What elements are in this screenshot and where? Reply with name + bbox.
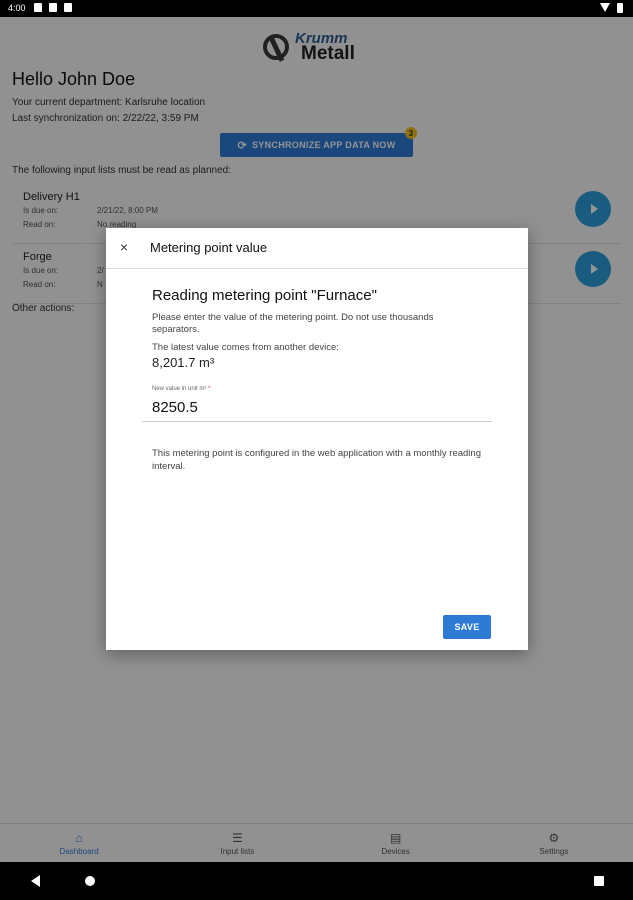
dialog-header: × Metering point value <box>106 228 528 269</box>
new-value-input[interactable] <box>142 394 492 422</box>
latest-value: 8,201.7 m³ <box>152 355 215 370</box>
latest-value-label: The latest value comes from another devi… <box>152 342 339 353</box>
status-system-icons <box>600 3 623 13</box>
status-bar: 4:00 <box>0 0 633 17</box>
reading-heading: Reading metering point "Furnace" <box>152 287 377 304</box>
metering-point-dialog: × Metering point value Reading metering … <box>106 228 528 650</box>
sim-icon <box>49 3 57 12</box>
save-button[interactable]: SAVE <box>443 615 491 639</box>
recents-icon[interactable] <box>594 876 604 886</box>
status-time: 4:00 <box>8 3 26 13</box>
new-value-field-label-text: New value in unit m³ <box>152 386 207 392</box>
dialog-title: Metering point value <box>150 240 268 255</box>
battery-icon <box>617 3 623 13</box>
required-mark: * <box>208 386 211 392</box>
home-button-icon[interactable] <box>85 876 95 886</box>
wifi-icon <box>600 3 610 12</box>
instruction-text: Please enter the value of the metering p… <box>152 312 434 335</box>
storage-icon <box>64 3 72 12</box>
back-icon[interactable] <box>31 875 40 887</box>
notification-icon <box>34 3 42 12</box>
status-notification-icons <box>34 3 72 12</box>
close-icon[interactable]: × <box>116 238 132 256</box>
android-navigation-bar <box>0 862 633 900</box>
new-value-field-label: New value in unit m³ * <box>152 386 210 392</box>
configuration-note: This metering point is configured in the… <box>152 448 481 472</box>
